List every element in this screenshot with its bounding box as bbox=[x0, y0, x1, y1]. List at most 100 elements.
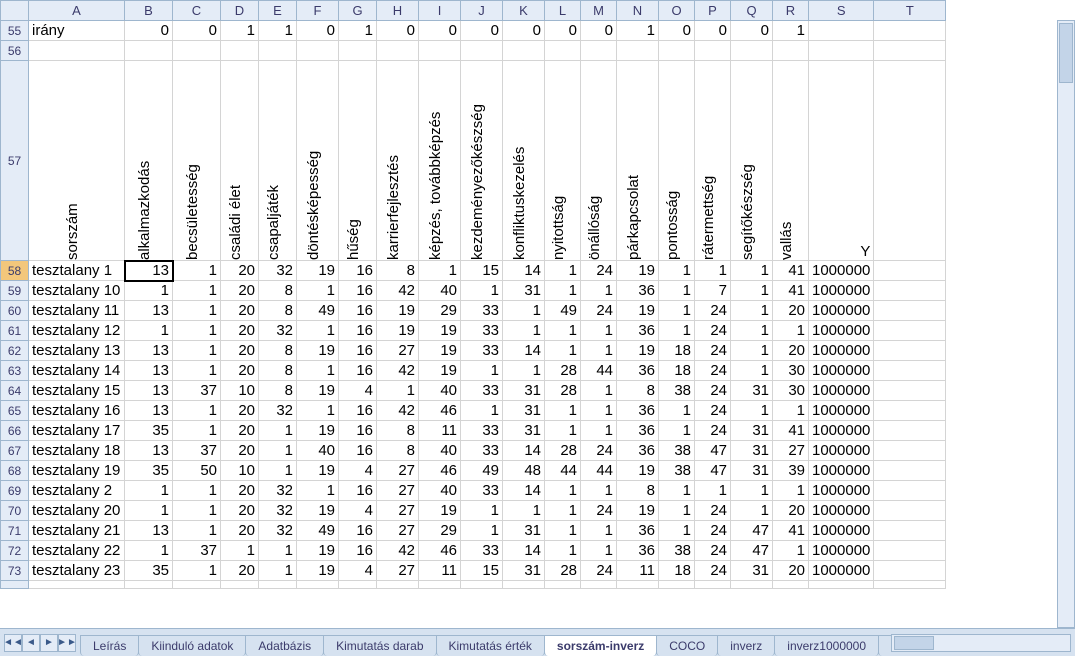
cell[interactable]: 0 bbox=[125, 21, 173, 41]
cell[interactable]: 32 bbox=[259, 521, 297, 541]
cell[interactable]: 24 bbox=[695, 421, 731, 441]
cell[interactable]: 20 bbox=[221, 341, 259, 361]
cell[interactable]: 27 bbox=[377, 341, 419, 361]
cell[interactable]: 1 bbox=[259, 461, 297, 481]
cell[interactable]: 10 bbox=[221, 381, 259, 401]
tab-nav-prev-icon[interactable]: ◄ bbox=[22, 634, 40, 652]
cell[interactable]: 31 bbox=[503, 381, 545, 401]
cell[interactable]: 1 bbox=[773, 541, 809, 561]
column-label[interactable]: családi élet bbox=[221, 61, 259, 261]
cell[interactable]: 24 bbox=[695, 321, 731, 341]
cell[interactable]: 4 bbox=[339, 381, 377, 401]
column-label[interactable]: csapaljáték bbox=[259, 61, 297, 261]
cell[interactable]: 28 bbox=[545, 441, 581, 461]
cell[interactable]: 41 bbox=[773, 421, 809, 441]
cell[interactable]: 1000000 bbox=[809, 521, 874, 541]
cell[interactable]: 20 bbox=[221, 421, 259, 441]
cell[interactable]: 24 bbox=[695, 521, 731, 541]
cell[interactable]: 38 bbox=[659, 381, 695, 401]
column-label[interactable]: önállóság bbox=[581, 61, 617, 261]
cell[interactable]: 16 bbox=[339, 341, 377, 361]
sheet-tab[interactable]: Leírás bbox=[80, 635, 139, 656]
cell[interactable]: 1000000 bbox=[809, 381, 874, 401]
cell[interactable]: 8 bbox=[259, 381, 297, 401]
cell[interactable]: 32 bbox=[259, 321, 297, 341]
cell[interactable]: 1 bbox=[297, 321, 339, 341]
cell[interactable]: 39 bbox=[773, 461, 809, 481]
cell[interactable]: 24 bbox=[695, 341, 731, 361]
cell[interactable]: 27 bbox=[377, 461, 419, 481]
cell[interactable]: 19 bbox=[297, 461, 339, 481]
cell[interactable]: tesztalany 11 bbox=[29, 301, 125, 321]
cell[interactable]: 8 bbox=[617, 481, 659, 501]
cell[interactable]: 1 bbox=[125, 541, 173, 561]
cell[interactable]: 20 bbox=[221, 361, 259, 381]
cell[interactable]: 11 bbox=[419, 561, 461, 581]
cell[interactable]: 44 bbox=[581, 361, 617, 381]
cell[interactable]: 1 bbox=[297, 481, 339, 501]
cell[interactable]: 1 bbox=[617, 21, 659, 41]
cell[interactable]: 24 bbox=[695, 381, 731, 401]
cell[interactable]: 29 bbox=[419, 301, 461, 321]
cell[interactable]: tesztalany 23 bbox=[29, 561, 125, 581]
cell[interactable]: 32 bbox=[259, 481, 297, 501]
cell[interactable]: 32 bbox=[259, 401, 297, 421]
cell[interactable]: 1 bbox=[503, 321, 545, 341]
cell[interactable]: 37 bbox=[173, 541, 221, 561]
column-header[interactable]: Q bbox=[731, 1, 773, 21]
cell[interactable]: 31 bbox=[503, 281, 545, 301]
cell[interactable]: 14 bbox=[503, 341, 545, 361]
cell[interactable]: 16 bbox=[339, 401, 377, 421]
row-header[interactable]: 56 bbox=[1, 41, 29, 61]
cell[interactable]: 33 bbox=[461, 421, 503, 441]
cell[interactable]: 46 bbox=[419, 461, 461, 481]
cell[interactable]: 1000000 bbox=[809, 361, 874, 381]
cell[interactable]: 20 bbox=[773, 341, 809, 361]
cell[interactable]: 1000000 bbox=[809, 541, 874, 561]
cell[interactable]: 41 bbox=[773, 281, 809, 301]
cell[interactable]: 36 bbox=[617, 281, 659, 301]
cell[interactable]: 1 bbox=[125, 481, 173, 501]
column-header[interactable]: G bbox=[339, 1, 377, 21]
cell[interactable]: 37 bbox=[173, 441, 221, 461]
cell[interactable]: 1 bbox=[173, 421, 221, 441]
cell[interactable]: 1 bbox=[259, 541, 297, 561]
cell[interactable]: 1 bbox=[125, 501, 173, 521]
cell[interactable]: 35 bbox=[125, 461, 173, 481]
cell[interactable]: 36 bbox=[617, 441, 659, 461]
cell[interactable]: 1 bbox=[259, 441, 297, 461]
cell[interactable]: 1 bbox=[173, 281, 221, 301]
row-header[interactable]: 72 bbox=[1, 541, 29, 561]
cell[interactable]: 8 bbox=[377, 261, 419, 281]
cell[interactable]: 18 bbox=[659, 361, 695, 381]
cell[interactable]: 1 bbox=[503, 361, 545, 381]
cell[interactable]: 16 bbox=[339, 261, 377, 281]
cell[interactable]: 0 bbox=[419, 21, 461, 41]
cell[interactable]: 49 bbox=[297, 521, 339, 541]
cell[interactable]: 1 bbox=[773, 481, 809, 501]
cell[interactable]: 42 bbox=[377, 541, 419, 561]
cell[interactable]: 18 bbox=[659, 341, 695, 361]
cell[interactable]: 16 bbox=[339, 421, 377, 441]
column-label[interactable]: rátermettség bbox=[695, 61, 731, 261]
cell[interactable]: 24 bbox=[581, 561, 617, 581]
cell[interactable]: 42 bbox=[377, 401, 419, 421]
cell[interactable]: 29 bbox=[419, 521, 461, 541]
cell[interactable]: 27 bbox=[377, 481, 419, 501]
column-header[interactable]: J bbox=[461, 1, 503, 21]
cell[interactable]: 31 bbox=[503, 521, 545, 541]
cell[interactable]: irány bbox=[29, 21, 125, 41]
cell[interactable]: 8 bbox=[259, 341, 297, 361]
cell[interactable]: 15 bbox=[461, 561, 503, 581]
cell[interactable]: 1 bbox=[545, 341, 581, 361]
cell[interactable]: 1 bbox=[259, 21, 297, 41]
cell[interactable]: 49 bbox=[461, 461, 503, 481]
cell[interactable]: 36 bbox=[617, 401, 659, 421]
cell[interactable]: 20 bbox=[773, 501, 809, 521]
column-header[interactable]: N bbox=[617, 1, 659, 21]
cell[interactable]: 14 bbox=[503, 441, 545, 461]
cell[interactable]: 14 bbox=[503, 541, 545, 561]
row-header[interactable]: 70 bbox=[1, 501, 29, 521]
spreadsheet-grid[interactable]: ABCDEFGHIJKLMNOPQRST55irány0011010000001… bbox=[0, 0, 1075, 628]
tab-nav-next-icon[interactable]: ► bbox=[40, 634, 58, 652]
